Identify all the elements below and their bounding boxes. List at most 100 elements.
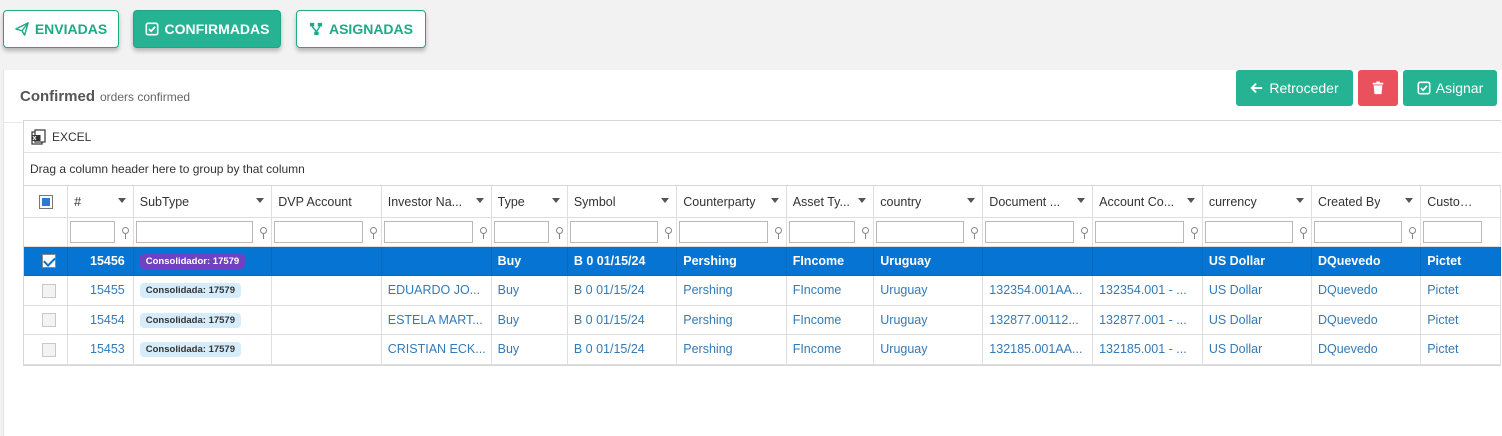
column-label: Symbol (573, 194, 616, 209)
filter-input[interactable] (985, 220, 1075, 243)
filter-pin-icon[interactable] (479, 226, 487, 239)
cell-document: 132877.00112... (982, 305, 1094, 335)
column-header-dvp-account[interactable]: DVP Account (271, 186, 382, 218)
filter-cell (1420, 217, 1501, 247)
column-label: # (74, 194, 82, 209)
cell-id: 15453 (67, 334, 134, 365)
filter-input[interactable] (135, 220, 254, 243)
filter-input[interactable] (569, 220, 659, 243)
table-row[interactable]: 15453 Consolidada: 17579 CRISTIAN ECK...… (24, 334, 1501, 365)
sort-caret-icon[interactable] (1405, 198, 1414, 203)
cell-counterparty: Pershing (676, 305, 787, 335)
cell-country: Uruguay (873, 246, 984, 276)
filter-pin-icon[interactable] (1081, 226, 1089, 239)
filter-pin-icon[interactable] (1409, 226, 1417, 239)
sort-caret-icon[interactable] (117, 198, 126, 203)
retroceder-button[interactable]: Retroceder (1236, 70, 1353, 106)
sort-caret-icon[interactable] (1295, 198, 1304, 203)
tab-asignadas[interactable]: ASIGNADAS (296, 10, 426, 48)
cell-subtype: Consolidador: 17579 (133, 246, 273, 276)
column-header-currency[interactable]: currency (1202, 186, 1312, 218)
column-header-investor[interactable]: Investor Na... (381, 186, 492, 218)
column-header-subtype[interactable]: SubType (133, 186, 273, 218)
sort-caret-icon[interactable] (475, 198, 484, 203)
filter-cell (67, 217, 134, 247)
row-checkbox[interactable] (41, 254, 56, 269)
orders-grid: EXCEL Drag a column header here to group… (23, 120, 1501, 366)
row-select-cell[interactable] (24, 275, 69, 306)
sort-caret-icon[interactable] (256, 198, 265, 203)
table-row[interactable]: 15455 Consolidada: 17579 EDUARDO JO... B… (24, 275, 1501, 306)
sort-caret-icon[interactable] (1186, 198, 1195, 203)
row-select-cell[interactable] (24, 246, 69, 276)
cell-created-by: DQuevedo (1311, 275, 1422, 306)
excel-export-button[interactable]: EXCEL (31, 128, 92, 145)
excel-label: EXCEL (52, 129, 92, 144)
column-header-created-by[interactable]: Created By (1311, 186, 1422, 218)
column-header-document[interactable]: Document ... (982, 186, 1094, 218)
tab-confirmadas[interactable]: CONFIRMADAS (133, 10, 281, 48)
filter-input[interactable] (1095, 220, 1184, 243)
filter-input[interactable] (1204, 220, 1293, 243)
row-checkbox[interactable] (41, 342, 56, 357)
cell-asset-type: FIncome (786, 275, 875, 306)
filter-input[interactable] (1313, 220, 1403, 243)
filter-input[interactable] (383, 220, 473, 243)
column-header-type[interactable]: Type (491, 186, 568, 218)
filter-pin-icon[interactable] (555, 226, 563, 239)
column-header-account[interactable]: Account Co... (1092, 186, 1203, 218)
filter-pin-icon[interactable] (369, 226, 377, 239)
column-header-id[interactable]: # (67, 186, 134, 218)
filter-input[interactable] (70, 220, 115, 243)
sort-caret-icon[interactable] (858, 198, 867, 203)
filter-input[interactable] (274, 220, 363, 243)
filter-input[interactable] (679, 220, 768, 243)
sort-caret-icon[interactable] (967, 198, 976, 203)
cell-created-by: DQuevedo (1311, 334, 1422, 365)
column-label: Custodian (1427, 194, 1478, 209)
filter-pin-icon[interactable] (665, 226, 673, 239)
delete-button[interactable] (1358, 70, 1398, 106)
column-header-country[interactable]: country (873, 186, 984, 218)
filter-pin-icon[interactable] (1299, 226, 1307, 239)
row-checkbox[interactable] (41, 313, 56, 328)
sort-caret-icon[interactable] (551, 198, 560, 203)
row-checkbox[interactable] (41, 283, 56, 298)
cell-asset-type: FIncome (786, 334, 875, 365)
consolidada-badge: Consolidada: 17579 (139, 283, 241, 299)
column-header-asset-type[interactable]: Asset Ty... (786, 186, 875, 218)
column-label: DVP Account (278, 194, 352, 209)
cell-account (1092, 246, 1203, 276)
row-select-cell[interactable] (24, 305, 69, 335)
filter-pin-icon[interactable] (774, 226, 782, 239)
filter-input[interactable] (788, 220, 856, 243)
row-select-cell[interactable] (24, 334, 69, 365)
filter-input[interactable] (1423, 220, 1482, 243)
cell-counterparty: Pershing (676, 334, 787, 365)
filter-pin-icon[interactable] (971, 226, 979, 239)
filter-pin-icon[interactable] (1190, 226, 1198, 239)
tab-enviadas[interactable]: ENVIADAS (3, 10, 119, 48)
table-row[interactable]: 15456 Consolidador: 17579 Buy B 0 01/15/… (24, 246, 1501, 276)
select-all-header[interactable] (24, 186, 69, 218)
filter-pin-icon[interactable] (121, 226, 129, 239)
asignar-button[interactable]: Asignar (1403, 70, 1497, 106)
column-label: Document ... (989, 194, 1061, 209)
group-panel[interactable]: Drag a column header here to group by th… (24, 153, 1501, 186)
column-header-counterparty[interactable]: Counterparty (676, 186, 787, 218)
column-header-symbol[interactable]: Symbol (567, 186, 678, 218)
filter-input[interactable] (876, 220, 965, 243)
filter-pin-icon[interactable] (862, 226, 870, 239)
table-row[interactable]: 15454 Consolidada: 17579 ESTELA MART... … (24, 305, 1501, 335)
cell-type: Buy (491, 305, 568, 335)
sort-caret-icon[interactable] (661, 198, 670, 203)
column-header-custodian[interactable]: Custodian (1420, 186, 1501, 218)
action-buttons: Retroceder Asignar (1236, 70, 1497, 106)
filter-cell (271, 217, 382, 247)
sort-caret-icon[interactable] (1077, 198, 1086, 203)
select-all-checkbox[interactable] (38, 194, 53, 209)
filter-input[interactable] (493, 220, 549, 243)
sort-caret-icon[interactable] (770, 198, 779, 203)
filter-pin-icon[interactable] (260, 226, 268, 239)
cell-currency: US Dollar (1202, 334, 1312, 365)
